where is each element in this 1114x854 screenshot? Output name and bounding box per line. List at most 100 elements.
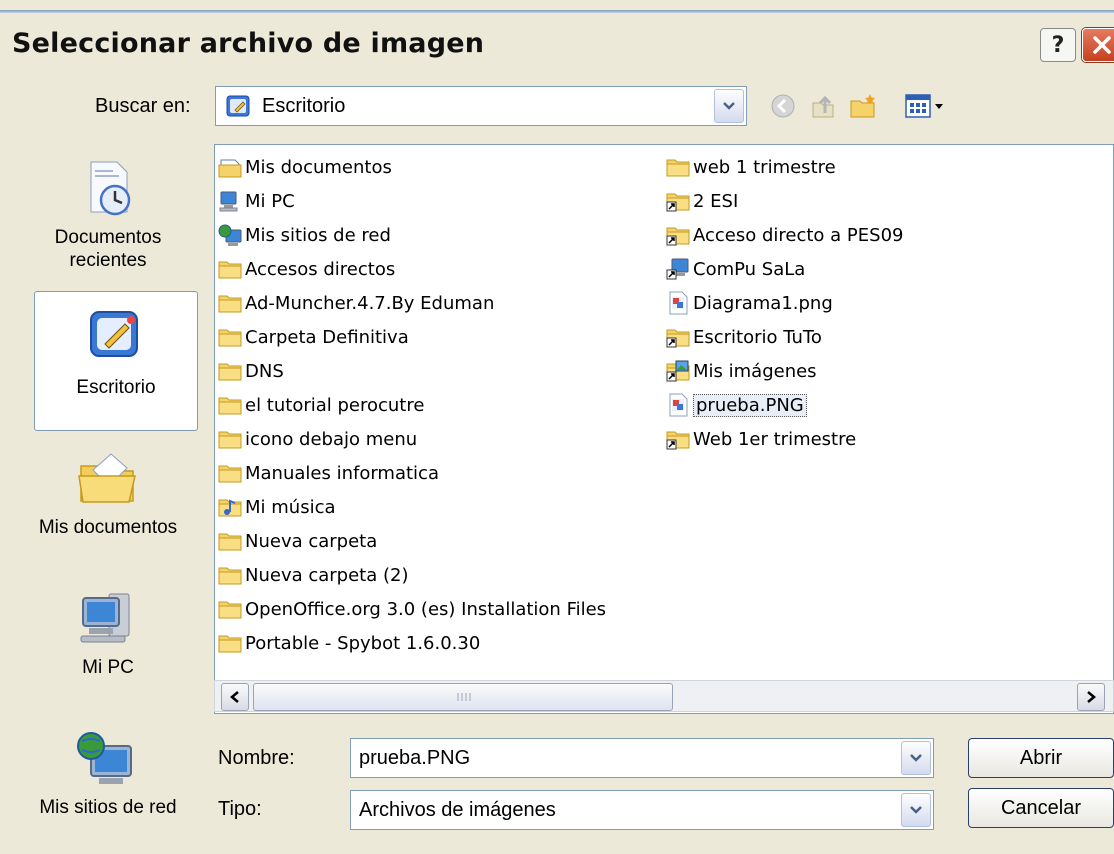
folder-icon: [218, 329, 242, 347]
file-item-label: Escritorio TuTo: [693, 326, 822, 348]
lookin-dropdown-button[interactable]: [714, 89, 744, 123]
folder-shortcut-icon: [666, 227, 690, 246]
place-recent-documents[interactable]: Documentos recientes: [16, 144, 200, 284]
lookin-value: Escritorio: [262, 95, 346, 117]
lookin-label: Buscar en:: [95, 95, 191, 117]
back-icon[interactable]: [768, 91, 798, 121]
file-item-label: Carpeta Definitiva: [245, 326, 409, 348]
scroll-left-button[interactable]: [221, 683, 249, 711]
file-item[interactable]: Accesos directos: [218, 253, 395, 285]
cancel-button[interactable]: Cancelar: [968, 788, 1114, 828]
file-item[interactable]: web 1 trimestre: [666, 151, 836, 183]
place-my-computer[interactable]: Mi PC: [16, 574, 200, 714]
close-icon: [1093, 36, 1111, 54]
title-bar-edge: [0, 10, 1114, 13]
file-item-label: Mi música: [245, 496, 336, 518]
scroll-right-button[interactable]: [1077, 683, 1105, 711]
file-item-label: Nueva carpeta (2): [245, 564, 409, 586]
view-menu-icon[interactable]: [904, 91, 948, 121]
file-item-label: el tutorial perocutre: [245, 394, 425, 416]
network-places-icon: [77, 732, 132, 784]
place-label: Mis documentos: [38, 517, 178, 538]
filetype-value: Archivos de imágenes: [359, 799, 556, 821]
file-item[interactable]: Mi PC: [218, 185, 295, 217]
file-item[interactable]: Carpeta Definitiva: [218, 321, 409, 353]
desktop-icon: [90, 311, 138, 357]
folder-icon: [218, 465, 242, 483]
filetype-label: Tipo:: [218, 798, 262, 820]
close-button[interactable]: [1082, 28, 1114, 62]
file-item[interactable]: icono debajo menu: [218, 423, 417, 455]
horizontal-scrollbar[interactable]: [214, 680, 1114, 712]
file-item[interactable]: Escritorio TuTo: [666, 321, 822, 353]
chevron-down-icon: [910, 754, 922, 762]
filetype-select[interactable]: Archivos de imágenes: [350, 790, 934, 830]
file-item-label: Portable - Spybot 1.6.0.30: [245, 632, 481, 654]
window-title: Seleccionar archivo de imagen: [12, 28, 485, 59]
folder-icon: [218, 261, 242, 279]
file-item-label: Acceso directo a PES09: [693, 224, 904, 246]
file-item[interactable]: el tutorial perocutre: [218, 389, 424, 421]
file-item-label: ComPu SaLa: [693, 258, 806, 280]
file-item[interactable]: ComPu SaLa: [666, 253, 805, 285]
new-folder-icon[interactable]: [848, 91, 878, 121]
recent-documents-icon: [90, 161, 131, 216]
filename-combobox[interactable]: prueba.PNG: [350, 738, 934, 778]
file-item-label: DNS: [245, 360, 284, 382]
file-item-label: Mis imágenes: [693, 360, 817, 382]
file-item[interactable]: Mis documentos: [218, 151, 392, 183]
file-item-label: Ad-Muncher.4.7.By Eduman: [245, 292, 495, 314]
place-desktop[interactable]: Escritorio: [34, 291, 198, 431]
place-network-places[interactable]: Mis sitios de red: [16, 714, 200, 854]
png-file-icon: [669, 291, 688, 315]
file-item[interactable]: Manuales informatica: [218, 457, 439, 489]
file-item[interactable]: Portable - Spybot 1.6.0.30: [218, 627, 480, 659]
folder-icon: [218, 533, 242, 551]
file-item[interactable]: Mi música: [218, 491, 336, 523]
png-file-icon: [669, 393, 688, 417]
lookin-combobox[interactable]: Escritorio: [215, 86, 747, 126]
place-my-documents[interactable]: Mis documentos: [16, 434, 200, 574]
folder-shortcut-icon: [666, 193, 690, 212]
my-computer-icon: [80, 593, 130, 643]
file-item-label: Nueva carpeta: [245, 530, 378, 552]
folder-icon: [218, 431, 242, 449]
scroll-thumb[interactable]: [253, 683, 673, 711]
file-item[interactable]: Web 1er trimestre: [666, 423, 856, 455]
folder-icon: [218, 601, 242, 619]
folder-icon: [218, 363, 242, 381]
file-item[interactable]: Nueva carpeta: [218, 525, 377, 557]
file-item[interactable]: DNS: [218, 355, 284, 387]
folder-icon: [218, 567, 242, 585]
file-item-label: 2 ESI: [693, 190, 739, 212]
file-item[interactable]: OpenOffice.org 3.0 (es) Installation Fil…: [218, 593, 606, 625]
file-item[interactable]: prueba.PNG: [666, 389, 807, 421]
file-item[interactable]: Diagrama1.png: [666, 287, 833, 319]
file-item[interactable]: Mis imágenes: [666, 355, 817, 387]
open-button[interactable]: Abrir: [968, 738, 1114, 778]
file-item[interactable]: Mis sitios de red: [218, 219, 391, 251]
file-item[interactable]: Ad-Muncher.4.7.By Eduman: [218, 287, 494, 319]
filename-dropdown-button[interactable]: [901, 741, 931, 775]
folder-icon: [218, 635, 242, 653]
file-item-label: OpenOffice.org 3.0 (es) Installation Fil…: [245, 598, 607, 620]
up-folder-icon[interactable]: [808, 91, 838, 121]
file-item[interactable]: 2 ESI: [666, 185, 738, 217]
file-item-label: Accesos directos: [245, 258, 396, 280]
file-item[interactable]: Acceso directo a PES09: [666, 219, 903, 251]
file-item-label: Web 1er trimestre: [693, 428, 857, 450]
file-item-label: Diagrama1.png: [693, 292, 833, 314]
folder-icon: [218, 397, 242, 415]
chevron-down-icon: [723, 102, 735, 110]
filetype-dropdown-button[interactable]: [901, 793, 931, 827]
computer-shortcut-icon: [666, 258, 689, 280]
help-button[interactable]: ?: [1040, 28, 1076, 62]
place-label: Mis sitios de red: [39, 797, 177, 818]
file-item[interactable]: Nueva carpeta (2): [218, 559, 409, 591]
places-bar: Documentos recientes Escritorio Mis docu…: [16, 144, 200, 827]
filename-label: Nombre:: [218, 747, 295, 769]
file-item-label: Mis sitios de red: [245, 224, 391, 246]
folder-shortcut-icon: [666, 329, 690, 348]
desktop-icon: [226, 95, 250, 117]
chevron-left-icon: [230, 691, 239, 703]
